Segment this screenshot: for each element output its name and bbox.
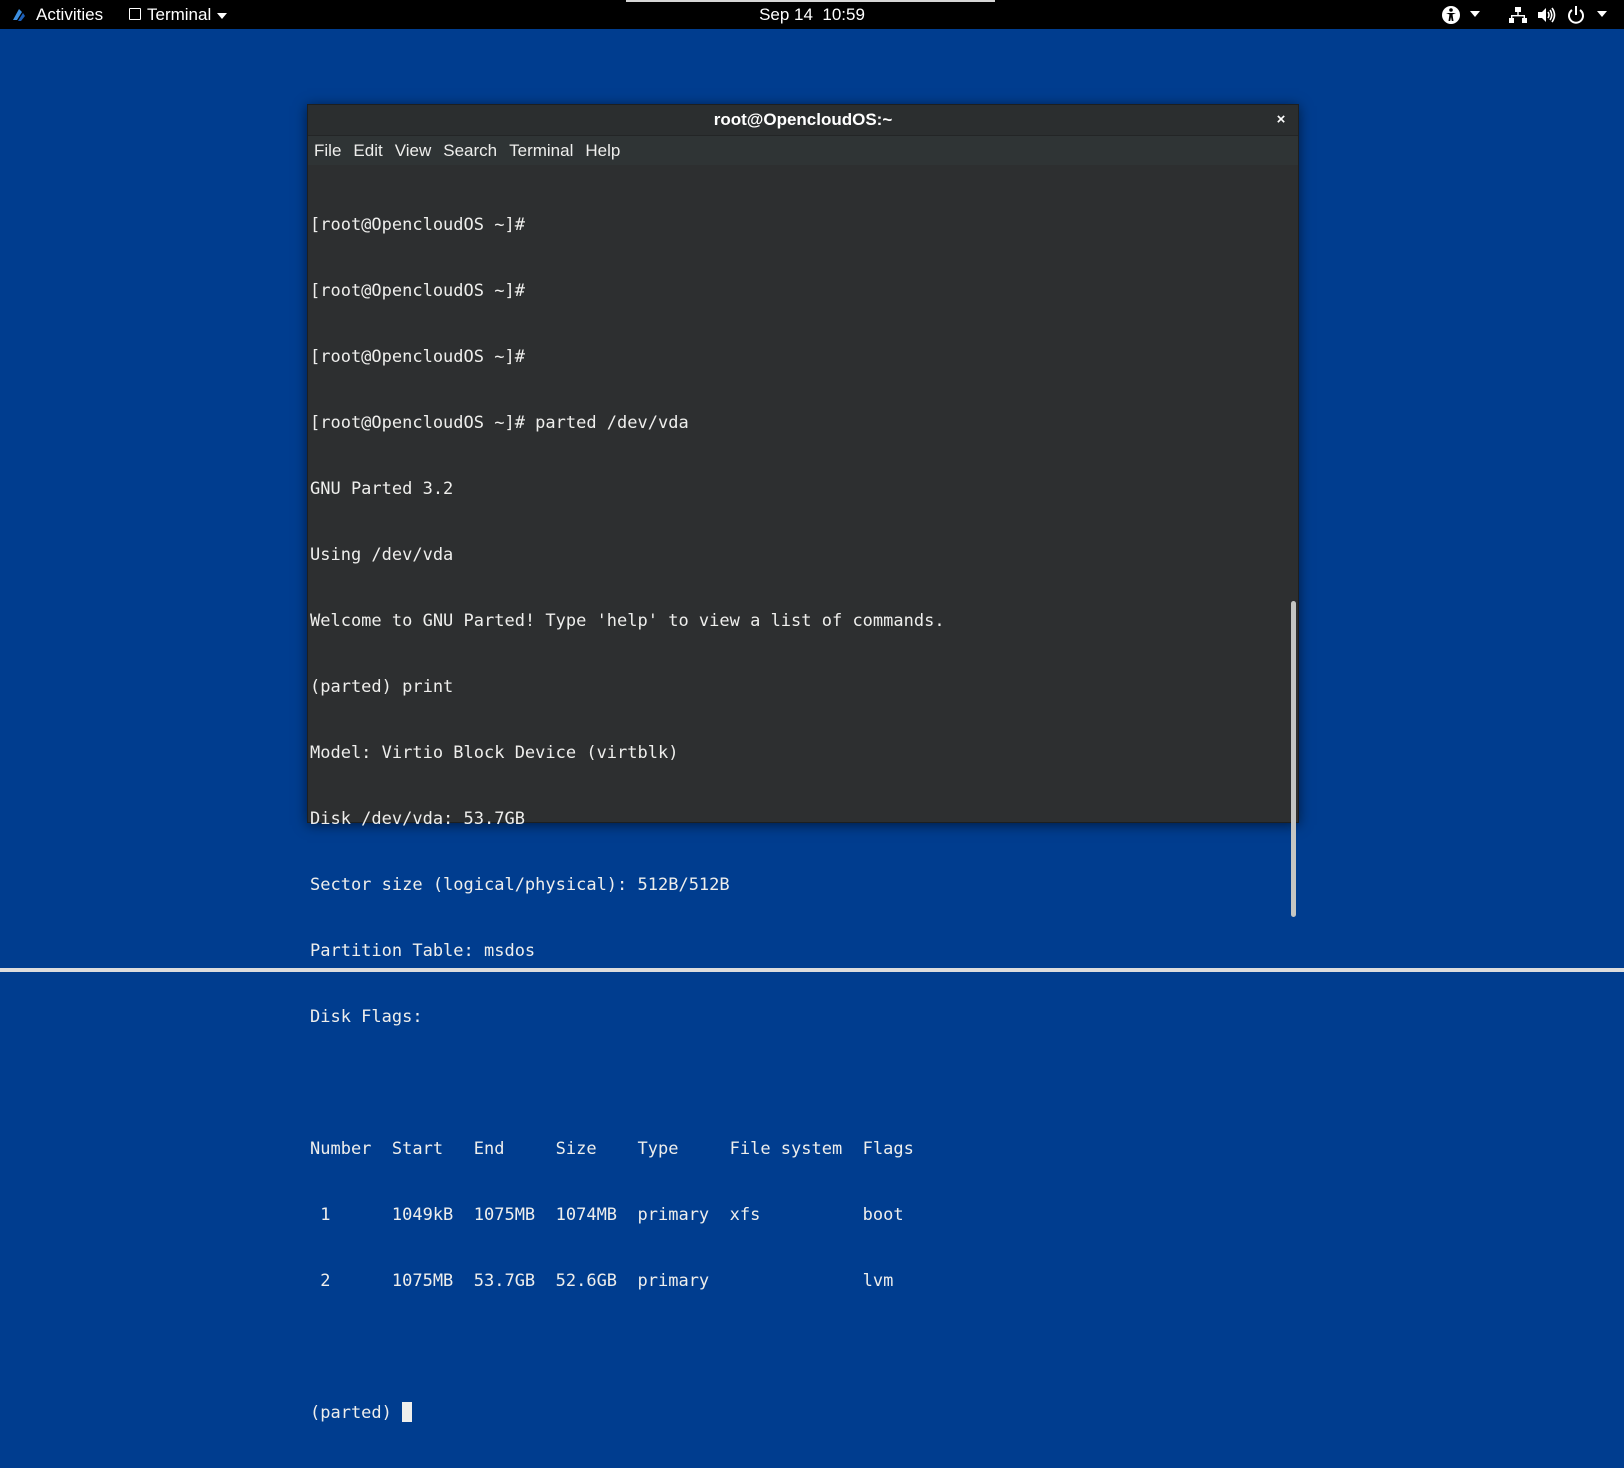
activities-label: Activities bbox=[36, 4, 104, 24]
bottom-panel-edge bbox=[0, 968, 1624, 972]
menu-view[interactable]: View bbox=[389, 136, 438, 165]
window-title: root@OpencloudOS:~ bbox=[713, 110, 893, 129]
clock-container: Sep 14 10:59 bbox=[0, 0, 1624, 29]
menu-search[interactable]: Search bbox=[437, 136, 503, 165]
menu-file[interactable]: File bbox=[308, 136, 347, 165]
terminal-line: Welcome to GNU Parted! Type 'help' to vi… bbox=[310, 611, 945, 631]
activities-logo-icon bbox=[13, 8, 25, 21]
terminal-line: 2 1075MB 53.7GB 52.6GB primary lvm bbox=[310, 1271, 894, 1291]
window-titlebar[interactable]: root@OpencloudOS:~ × bbox=[308, 105, 1298, 136]
terminal-prompt: (parted) bbox=[310, 1403, 403, 1423]
terminal-line: Partition Table: msdos bbox=[310, 941, 536, 961]
menu-terminal[interactable]: Terminal bbox=[503, 136, 579, 165]
terminal-line: Model: Virtio Block Device (virtblk) bbox=[310, 743, 679, 763]
activities-button[interactable]: Activities bbox=[10, 0, 103, 29]
terminal-line: Disk Flags: bbox=[310, 1007, 423, 1027]
terminal-line: Using /dev/vda bbox=[310, 545, 454, 565]
menu-edit[interactable]: Edit bbox=[347, 136, 388, 165]
top-bar: Activities Terminal Sep 14 10:59 bbox=[0, 0, 1624, 29]
app-menu-button[interactable]: Terminal bbox=[129, 0, 228, 29]
terminal-line: Number Start End Size Type File system F… bbox=[310, 1139, 914, 1159]
accessibility-icon[interactable] bbox=[1441, 5, 1461, 25]
menu-bar: File Edit View Search Terminal Help bbox=[308, 136, 1298, 165]
terminal-line: [root@OpencloudOS ~]# bbox=[310, 281, 525, 301]
terminal-prompt-line[interactable]: (parted) bbox=[310, 1402, 945, 1424]
terminal-window[interactable]: root@OpencloudOS:~ × File Edit View Sear… bbox=[307, 104, 1299, 1423]
power-icon[interactable] bbox=[1566, 5, 1586, 25]
terminal-line: [root@OpencloudOS ~]# bbox=[310, 215, 525, 235]
scrollbar-thumb[interactable] bbox=[1291, 601, 1296, 917]
terminal-line: [root@OpencloudOS ~]# parted /dev/vda bbox=[310, 413, 689, 433]
volume-icon[interactable] bbox=[1536, 5, 1556, 25]
terminal-line: (parted) print bbox=[310, 677, 454, 697]
terminal-line: Sector size (logical/physical): 512B/512… bbox=[310, 875, 730, 895]
terminal-text: [root@OpencloudOS ~]# [root@OpencloudOS … bbox=[310, 170, 945, 1468]
terminal-line: [root@OpencloudOS ~]# bbox=[310, 347, 525, 367]
terminal-cursor bbox=[402, 1402, 413, 1422]
clock-underline bbox=[626, 0, 995, 2]
system-menu-arrow-icon[interactable] bbox=[1597, 11, 1607, 17]
terminal-line: Disk /dev/vda: 53.7GB bbox=[310, 809, 525, 829]
menu-help[interactable]: Help bbox=[579, 136, 626, 165]
network-icon[interactable] bbox=[1508, 5, 1528, 25]
terminal-output[interactable]: [root@OpencloudOS ~]# [root@OpencloudOS … bbox=[308, 165, 1298, 1423]
close-button[interactable]: × bbox=[1272, 111, 1290, 129]
accessibility-menu-arrow-icon[interactable] bbox=[1470, 11, 1480, 17]
clock-button[interactable]: Sep 14 10:59 bbox=[759, 5, 865, 25]
terminal-line: GNU Parted 3.2 bbox=[310, 479, 454, 499]
app-menu-label: Terminal bbox=[147, 4, 212, 24]
chevron-down-icon bbox=[217, 12, 228, 19]
terminal-app-icon bbox=[129, 7, 141, 20]
terminal-line: 1 1049kB 1075MB 1074MB primary xfs boot bbox=[310, 1205, 904, 1225]
